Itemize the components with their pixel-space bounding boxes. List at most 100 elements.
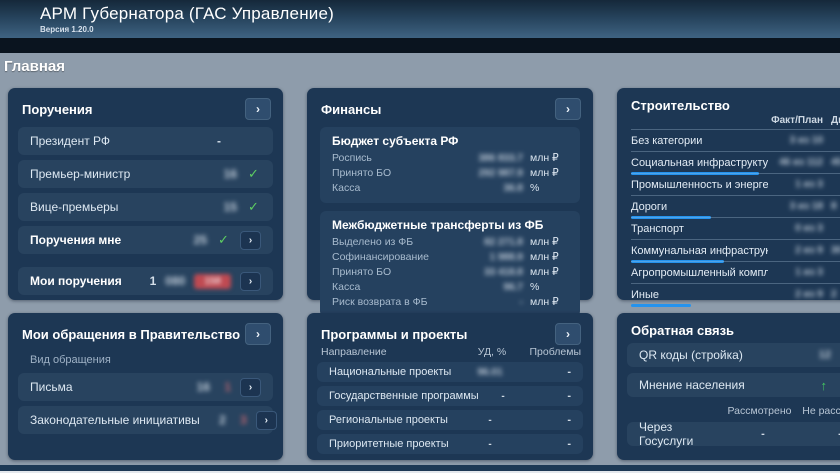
value-masked: 080 bbox=[159, 274, 185, 288]
app-header: АРМ Губернатора (ГАС Управление) Версия … bbox=[0, 0, 840, 38]
row-open-button[interactable]: › bbox=[256, 411, 277, 430]
app-version: Версия 1.20.0 bbox=[40, 25, 94, 34]
alert-badge-masked: 158 bbox=[194, 274, 231, 289]
finance-row-unit: млн ₽ bbox=[530, 166, 568, 181]
gosuslugi-not-reviewed-value: - bbox=[797, 428, 840, 440]
appeals-row[interactable]: Законодательные инициативы23› bbox=[18, 406, 273, 434]
construction-row-label: Промышленность и энергетика bbox=[631, 179, 768, 191]
finance-row: Риск возврата в ФБ-млн ₽ bbox=[332, 295, 568, 310]
row-open-button[interactable]: › bbox=[240, 378, 261, 397]
fact-plan-value-masked: 2 из 9 bbox=[768, 245, 823, 256]
finance-row: Софинансирование1 988.9млн ₽ bbox=[332, 250, 568, 265]
finance-row-unit: млн ₽ bbox=[530, 295, 568, 310]
programs-row[interactable]: Региональные проекты-- bbox=[317, 410, 583, 430]
finance-section-title: Межбюджетные трансферты из ФБ bbox=[332, 218, 568, 232]
instructions-row-value-masked: 16 bbox=[211, 167, 237, 181]
check-icon: ✓ bbox=[246, 166, 261, 182]
public-opinion-label: Мнение населения bbox=[639, 378, 745, 392]
card-instructions: Поручения › Президент РФ- Премьер-министр… bbox=[8, 88, 283, 300]
card-finance-title: Финансы bbox=[321, 102, 381, 117]
appeals-count-masked: 2 bbox=[200, 413, 226, 427]
instructions-row[interactable]: Президент РФ- bbox=[18, 127, 273, 155]
appeals-alert-masked: 3 bbox=[235, 413, 247, 427]
column-not-reviewed: Не рассмотрено bbox=[797, 405, 840, 417]
finance-row-value-masked: 82 271.8 bbox=[484, 235, 523, 250]
appeals-open-button[interactable]: › bbox=[245, 323, 271, 345]
finance-row: Касса96.7% bbox=[332, 280, 568, 295]
finance-row-unit: млн ₽ bbox=[530, 151, 568, 166]
finance-row-unit: млн ₽ bbox=[530, 250, 568, 265]
programs-row[interactable]: Государственные программы-- bbox=[317, 386, 583, 406]
finance-row-unit: млн ₽ bbox=[530, 265, 568, 280]
instructions-row-label: Премьер-министр bbox=[30, 167, 130, 181]
appeals-row[interactable]: Письма161› bbox=[18, 373, 273, 401]
card-programs-title: Программы и проекты bbox=[321, 327, 467, 342]
finance-section-title: Бюджет субъекта РФ bbox=[332, 134, 568, 148]
programs-row-label: Региональные проекты bbox=[329, 414, 461, 426]
my-instructions-row[interactable]: Мои поручения1080158› bbox=[18, 267, 273, 295]
programs-open-button[interactable]: › bbox=[555, 323, 581, 345]
instructions-row[interactable]: Вице-премьеры15✓ bbox=[18, 193, 273, 221]
fact-plan-value-masked: 1 из 3 bbox=[768, 179, 823, 190]
app-title: АРМ Губернатора (ГАС Управление) bbox=[40, 4, 334, 24]
card-feedback: Обратная связь QR коды (стройка) 12 Мнен… bbox=[617, 313, 840, 460]
finance-row-label: Риск возврата в ФБ bbox=[332, 295, 520, 310]
feedback-row-qr[interactable]: QR коды (стройка) 12 bbox=[627, 343, 840, 367]
card-programs: Программы и проекты › Направление УД, % … bbox=[307, 313, 593, 460]
construction-row[interactable]: Иные2 из 92 bbox=[631, 283, 840, 305]
construction-row-label: Иные bbox=[631, 289, 768, 301]
card-construction: Строительство Факт/План Динамика Без кат… bbox=[617, 88, 840, 300]
progress-bar bbox=[631, 304, 691, 307]
card-appeals-title: Мои обращения в Правительство bbox=[22, 327, 240, 342]
construction-row[interactable]: Коммунальная инфраструктура2 из 930 bbox=[631, 239, 840, 261]
construction-row[interactable]: Промышленность и энергетика1 из 3 bbox=[631, 173, 840, 195]
value-prefix: 1 bbox=[130, 274, 156, 288]
column-problems: Проблемы bbox=[523, 346, 581, 358]
construction-row[interactable]: Дороги3 из 188 bbox=[631, 195, 840, 217]
instructions-row-value-masked: 25 bbox=[181, 233, 207, 247]
finance-row-value-masked: 36.8 bbox=[504, 181, 523, 196]
gosuslugi-reviewed-value: - bbox=[729, 428, 797, 440]
ud-percent-value: - bbox=[461, 415, 519, 426]
fact-plan-value-masked: 0 из 3 bbox=[768, 223, 823, 234]
fact-plan-value-masked: 46 из 112 bbox=[768, 157, 823, 168]
finance-open-button[interactable]: › bbox=[555, 98, 581, 120]
construction-row[interactable]: Агропромышленный комплекс1 из 3 bbox=[631, 261, 840, 283]
column-ud-percent: УД, % bbox=[461, 346, 523, 358]
instructions-row[interactable]: Поручения мне25✓› bbox=[18, 226, 273, 254]
finance-row-unit: млн ₽ bbox=[530, 235, 568, 250]
finance-row: Принято БО292 987.9млн ₽ bbox=[332, 166, 568, 181]
finance-row-label: Роспись bbox=[332, 151, 479, 166]
construction-row[interactable]: Транспорт0 из 3 bbox=[631, 217, 840, 239]
ud-percent-value: 96.01 bbox=[461, 367, 519, 378]
row-open-button[interactable]: › bbox=[240, 272, 261, 291]
instructions-row-value-masked: 15 bbox=[211, 200, 237, 214]
column-reviewed: Рассмотрено bbox=[722, 405, 797, 417]
finance-row-value-masked: 96.7 bbox=[504, 280, 523, 295]
construction-row-label: Без категории bbox=[631, 135, 768, 147]
card-instructions-title: Поручения bbox=[22, 102, 93, 117]
finance-row-label: Принято БО bbox=[332, 166, 479, 181]
finance-row-value-masked: 33 418.8 bbox=[484, 265, 523, 280]
fact-plan-value-masked: 1 из 3 bbox=[768, 267, 823, 278]
qr-codes-value-masked: 12 bbox=[819, 349, 831, 361]
appeals-alert-masked: 1 bbox=[219, 380, 231, 394]
appeals-row-label: Законодательные инициативы bbox=[30, 413, 200, 427]
programs-row-label: Государственные программы bbox=[329, 390, 479, 402]
programs-row[interactable]: Приоритетные проекты-- bbox=[317, 434, 583, 454]
row-open-button[interactable]: › bbox=[240, 231, 261, 250]
instructions-row-label: Президент РФ bbox=[30, 134, 110, 148]
instructions-row-label: Поручения мне bbox=[30, 233, 121, 247]
finance-row: Касса36.8% bbox=[332, 181, 568, 196]
instructions-open-button[interactable]: › bbox=[245, 98, 271, 120]
programs-row-label: Национальные проекты bbox=[329, 366, 461, 378]
construction-row[interactable]: Социальная инфраструктура46 из 11245 bbox=[631, 151, 840, 173]
instructions-row[interactable]: Премьер-министр 16 ✓ bbox=[18, 160, 273, 188]
feedback-row-gosuslugi[interactable]: Через Госуслуги - - bbox=[627, 422, 840, 446]
feedback-row-opinion[interactable]: Мнение населения ↑ bbox=[627, 373, 840, 397]
construction-row[interactable]: Без категории3 из 10 bbox=[631, 129, 840, 151]
programs-row[interactable]: Национальные проекты96.01- bbox=[317, 362, 583, 382]
fact-plan-value-masked: 2 из 9 bbox=[768, 289, 823, 300]
qr-codes-label: QR коды (стройка) bbox=[639, 348, 743, 362]
programs-column-headers: Направление УД, % Проблемы bbox=[307, 346, 593, 362]
